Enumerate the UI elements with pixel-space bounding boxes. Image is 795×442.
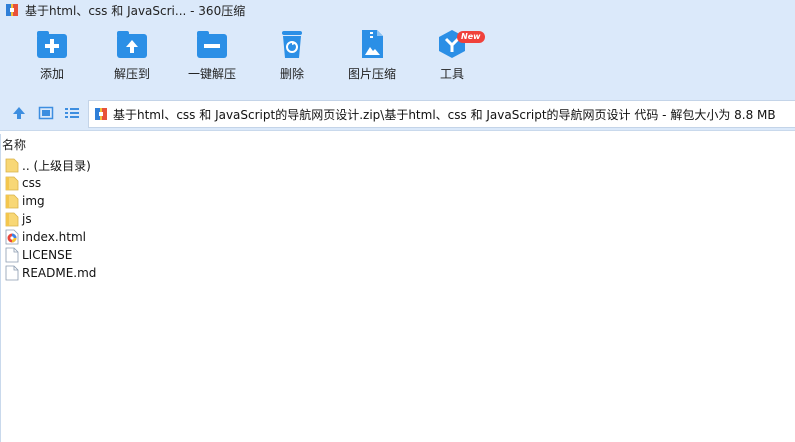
delete-button-label: 删除 [279, 67, 304, 81]
address-row: 基于html、css 和 JavaScript的导航网页设计.zip\基于htm… [0, 96, 795, 131]
app-window: 基于html、css 和 JavaScri... - 360压缩 添加 解压到 … [0, 0, 795, 442]
list-item-readme[interactable]: README.md [1, 264, 795, 282]
html-file-icon [5, 229, 19, 245]
add-button-label: 添加 [39, 67, 64, 81]
list-item-parent-dir[interactable]: .. (上级目录) [1, 156, 795, 174]
list-item-name: README.md [22, 266, 97, 280]
extract-to-button-label: 解压到 [113, 67, 150, 81]
extract-to-icon [116, 29, 148, 59]
image-compress-button-label: 图片压缩 [347, 67, 396, 81]
list-item-name: img [22, 194, 45, 208]
title-bar[interactable]: 基于html、css 和 JavaScri... - 360压缩 [0, 0, 795, 20]
image-compress-icon [356, 29, 388, 59]
delete-icon [276, 29, 308, 59]
one-click-extract-icon [196, 29, 228, 59]
add-icon [36, 29, 68, 59]
list-item-license[interactable]: LICENSE [1, 246, 795, 264]
column-header-name[interactable]: 名称 [1, 134, 795, 156]
folder-icon [5, 211, 19, 227]
list-item-name: css [22, 176, 42, 190]
thumbnail-view-icon[interactable] [38, 105, 54, 121]
toolbar: 添加 解压到 一键解压 删除 图片压缩 New 工具 [0, 20, 795, 96]
up-arrow-icon[interactable] [11, 105, 27, 121]
list-item-name: LICENSE [22, 248, 73, 262]
folder-icon [5, 193, 19, 209]
add-button[interactable]: 添加 [17, 29, 87, 91]
path-text: 基于html、css 和 JavaScript的导航网页设计.zip\基于htm… [113, 107, 776, 122]
app-logo-icon [5, 3, 19, 17]
path-bar[interactable]: 基于html、css 和 JavaScript的导航网页设计.zip\基于htm… [88, 100, 795, 128]
list-item-name: js [22, 212, 32, 226]
tools-button-label: 工具 [439, 67, 464, 81]
one-click-extract-button[interactable]: 一键解压 [177, 29, 247, 91]
folder-icon [5, 175, 19, 191]
delete-button[interactable]: 删除 [257, 29, 327, 91]
list-view-icon[interactable] [64, 105, 80, 121]
file-list: 名称 .. (上级目录) css img js index.html LICEN… [0, 134, 795, 442]
list-item-css[interactable]: css [1, 174, 795, 192]
window-title: 基于html、css 和 JavaScri... - 360压缩 [25, 3, 246, 18]
image-compress-button[interactable]: 图片压缩 [337, 29, 407, 91]
extract-to-button[interactable]: 解压到 [97, 29, 167, 91]
list-item-index-html[interactable]: index.html [1, 228, 795, 246]
file-icon [5, 265, 19, 281]
one-click-extract-button-label: 一键解压 [187, 67, 236, 81]
list-item-js[interactable]: js [1, 210, 795, 228]
tools-button[interactable]: New 工具 [417, 29, 487, 91]
list-item-name: .. (上级目录) [22, 158, 91, 173]
new-badge: New [457, 31, 485, 43]
list-item-img[interactable]: img [1, 192, 795, 210]
folder-icon [5, 157, 19, 173]
archive-icon [94, 107, 108, 121]
file-icon [5, 247, 19, 263]
list-item-name: index.html [22, 230, 86, 244]
